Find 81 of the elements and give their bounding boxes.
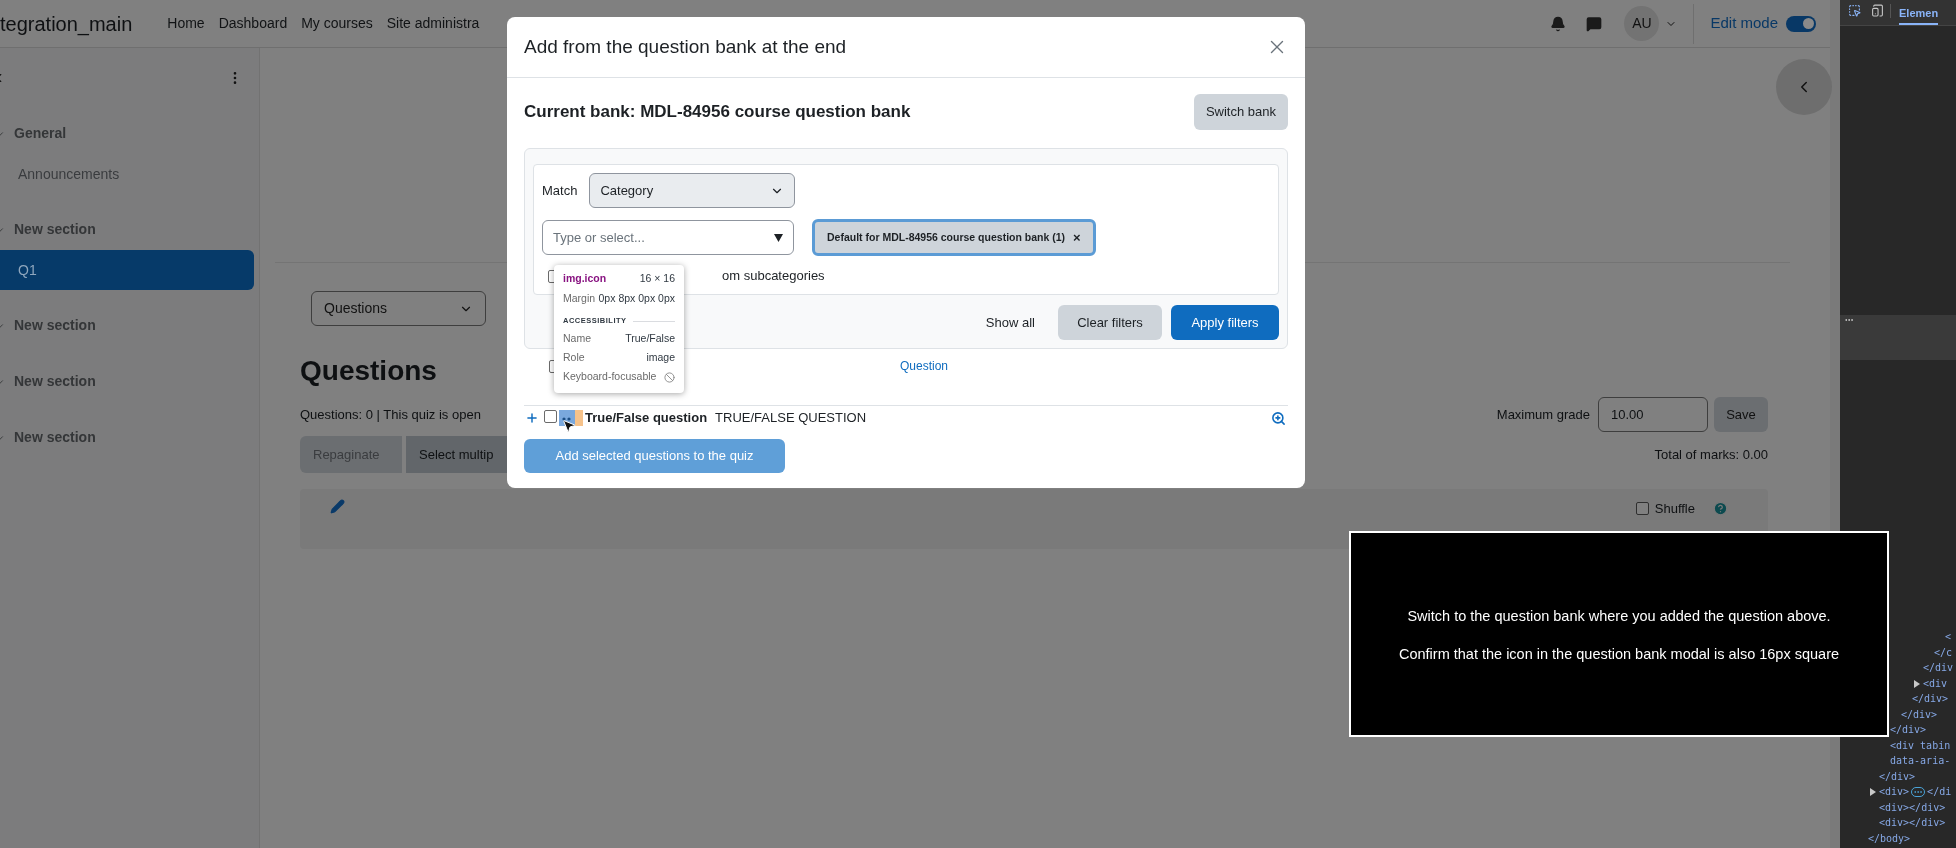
element-selector: img.icon: [563, 271, 607, 287]
device-icon[interactable]: [1871, 4, 1884, 17]
category-chip[interactable]: Default for MDL-84956 course question bank (1) ×: [812, 219, 1096, 256]
user-avatar[interactable]: AU: [1624, 6, 1660, 41]
section-title[interactable]: New section: [14, 427, 96, 448]
dropdown-triangle-icon: [774, 233, 783, 242]
edit-mode-toggle[interactable]: [1786, 15, 1816, 32]
code-line: <div: [1923, 676, 1948, 691]
question-type: True/False question: [585, 409, 708, 428]
edit-icon[interactable]: [330, 499, 345, 514]
category-search-field[interactable]: Type or select...: [542, 220, 794, 255]
site-name[interactable]: tegration_main: [0, 8, 133, 39]
sidebar-item[interactable]: Q1: [0, 250, 254, 290]
code-line: <div></div>: [1879, 816, 1946, 831]
drawer-toggle[interactable]: [1776, 59, 1832, 115]
nav-link[interactable]: My courses: [301, 13, 373, 34]
match-label: Match: [542, 181, 578, 200]
inspect-icon[interactable]: [1848, 4, 1861, 17]
category-select[interactable]: Category: [589, 173, 796, 208]
preview-icon[interactable]: [1271, 410, 1286, 426]
margin-value: 0px 8px 0px 0px: [598, 291, 675, 307]
total-marks: Total of marks: 0.00: [1654, 445, 1768, 464]
code-line: <div>: [1879, 785, 1910, 800]
property-label: Role: [563, 350, 585, 366]
add-icon[interactable]: [525, 411, 539, 425]
not-allowed-icon: [664, 371, 675, 383]
section-title[interactable]: New section: [14, 371, 96, 392]
code-line: </div>: [1912, 692, 1949, 707]
maximum-grade-field[interactable]: 10.00: [1598, 397, 1708, 432]
current-bank-title: Current bank: MDL-84956 course question bank: [524, 101, 911, 124]
code-line: </div: [1923, 661, 1954, 676]
view-select[interactable]: Questions: [311, 291, 486, 326]
code-line: </div>: [1879, 769, 1916, 784]
maximum-grade-label: Maximum grade: [1496, 405, 1590, 424]
nav-link[interactable]: Site administra: [386, 13, 480, 34]
instruction-text: Switch to the question bank where you added the question above.: [1407, 607, 1831, 627]
notifications-icon[interactable]: [1550, 15, 1567, 32]
code-line: </c: [1934, 645, 1953, 660]
shuffle-label: Shuffle: [1654, 500, 1695, 518]
subcategories-label: om subcategories: [722, 267, 825, 286]
help-icon[interactable]: [1713, 501, 1728, 517]
cursor-icon: [561, 418, 577, 434]
question-column-header[interactable]: Question: [900, 357, 949, 375]
code-line: <: [1945, 630, 1952, 645]
question-name: TRUE/FALSE QUESTION: [715, 409, 867, 428]
code-line: <div tabin: [1890, 738, 1951, 753]
code-line: </div>: [1901, 707, 1938, 722]
edit-mode-label[interactable]: Edit mode: [1710, 12, 1778, 35]
save-button[interactable]: Save: [1714, 397, 1768, 432]
apply-filters-button[interactable]: Apply filters: [1171, 305, 1279, 340]
margin-label: Margin: [563, 291, 596, 307]
sidebar-item[interactable]: Announcements: [0, 154, 254, 194]
remove-chip-button[interactable]: ×: [1073, 227, 1081, 248]
quiz-summary: Questions: 0 | This quiz is open: [300, 405, 481, 424]
expand-triangle-icon[interactable]: [1870, 788, 1876, 796]
property-value: True/False: [625, 331, 675, 347]
section-title[interactable]: General: [14, 123, 67, 144]
section-title[interactable]: New section: [14, 315, 96, 336]
switch-bank-button[interactable]: Switch bank: [1193, 94, 1288, 130]
clear-filters-button[interactable]: Clear filters: [1058, 305, 1162, 340]
code-line: data-aria-: [1890, 754, 1951, 769]
property-label: Keyboard-focusable: [563, 369, 657, 385]
expand-triangle-icon[interactable]: [1914, 679, 1920, 688]
page-heading: Questions: [300, 354, 437, 388]
nav-link[interactable]: Home: [167, 13, 205, 34]
code-line: </div>: [1890, 723, 1927, 738]
code-line: </di: [1927, 785, 1952, 800]
show-all-link[interactable]: Show all: [985, 312, 1035, 333]
element-size: 16 × 16: [639, 271, 675, 287]
code-line: <div></div>: [1879, 800, 1946, 815]
property-label: Name: [563, 331, 591, 347]
section-title[interactable]: New section: [14, 219, 96, 240]
question-checkbox[interactable]: [544, 410, 557, 423]
nav-link[interactable]: Dashboard: [218, 13, 288, 34]
property-value: image: [646, 350, 675, 366]
modal-title: Add from the question bank at the end: [524, 34, 847, 59]
toolbar-button[interactable]: Select multip: [406, 436, 507, 473]
code-line: </body>: [1868, 831, 1911, 846]
shuffle-checkbox[interactable]: [1635, 502, 1649, 516]
instruction-text: Confirm that the icon in the question bank modal is also 16px square: [1398, 645, 1840, 664]
messages-icon[interactable]: [1586, 15, 1603, 32]
